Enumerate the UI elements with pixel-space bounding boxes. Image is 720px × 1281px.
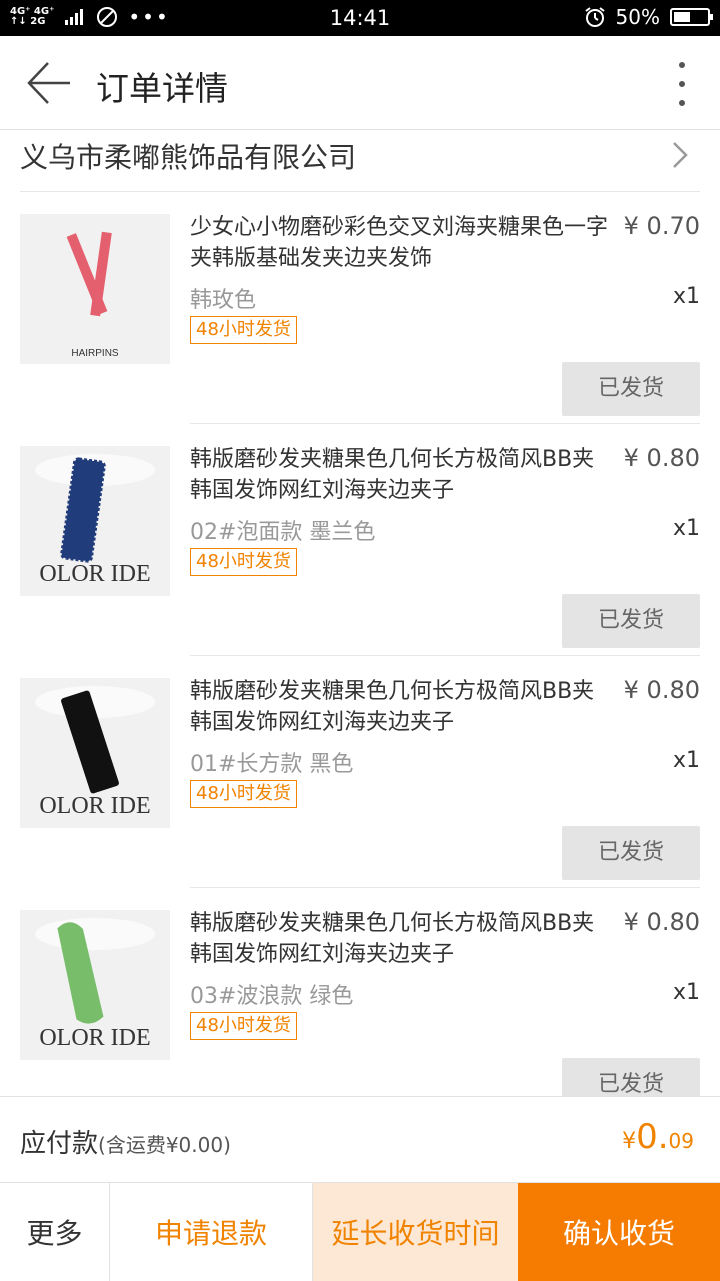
product-variant: 02#泡面款 墨兰色 <box>190 520 376 545</box>
battery-percent: 50% <box>615 5 660 29</box>
order-item[interactable]: OLOR IDE 韩版磨砂发夹糖果色几何长方极简风BB夹韩国发饰网红刘海夹边夹子… <box>20 424 700 656</box>
product-image: OLOR IDE <box>20 678 170 828</box>
product-name[interactable]: 韩版磨砂发夹糖果色几何长方极简风BB夹韩国发饰网红刘海夹边夹子 <box>190 444 610 506</box>
battery-icon <box>670 8 713 26</box>
bottom-action-bar: 更多 申请退款 延长收货时间 确认收货 <box>0 1182 720 1281</box>
shipping-tag: 48小时发货 <box>190 316 297 344</box>
shop-name: 义乌市柔嘟熊饰品有限公司 <box>20 141 357 174</box>
battery-level <box>674 12 690 22</box>
amount-symbol: ¥ <box>622 1129 637 1154</box>
product-variant: 韩玫色 <box>190 288 257 313</box>
shipped-status-button[interactable]: 已发货 <box>562 594 700 648</box>
thumbnail-text: OLOR IDE <box>39 561 150 587</box>
product-price: ¥ 0.80 <box>623 908 700 936</box>
alarm-icon <box>584 7 605 27</box>
more-button[interactable]: 更多 <box>0 1183 110 1281</box>
product-image: HAIRPINS <box>20 214 170 364</box>
product-variant: 03#波浪款 绿色 <box>190 984 354 1009</box>
shipping-tag: 48小时发货 <box>190 1012 297 1040</box>
order-item[interactable]: OLOR IDE 韩版磨砂发夹糖果色几何长方极简风BB夹韩国发饰网红刘海夹边夹子… <box>20 656 700 888</box>
product-quantity: x1 <box>672 980 700 1005</box>
total-amount: ¥0.09 <box>622 1117 694 1157</box>
chevron-right-icon <box>673 142 688 168</box>
shipped-status-button[interactable]: 已发货 <box>562 362 700 416</box>
product-quantity: x1 <box>672 284 700 309</box>
thumbnail-text: HAIRPINS <box>71 348 119 359</box>
thumbnail-text: OLOR IDE <box>39 1025 150 1051</box>
app-bar: 订单详情 <box>0 36 720 130</box>
total-label: 应付款(含运费¥0.00) <box>20 1123 231 1160</box>
product-price: ¥ 0.80 <box>623 676 700 704</box>
total-bar: 应付款(含运费¥0.00) ¥0.09 <box>0 1096 720 1182</box>
status-bar: 4G⁺ 4G⁺ ↑↓ 2G ••• 14:41 50% <box>0 0 720 36</box>
product-name[interactable]: 少女心小物磨砂彩色交叉刘海夹糖果色一字夹韩版基础发夹边夹发饰 <box>190 212 610 274</box>
thumbnail-text: OLOR IDE <box>39 793 150 819</box>
shipped-status-button[interactable]: 已发货 <box>562 826 700 880</box>
order-item[interactable]: HAIRPINS 少女心小物磨砂彩色交叉刘海夹糖果色一字夹韩版基础发夹边夹发饰 … <box>20 192 700 424</box>
product-variant: 01#长方款 黑色 <box>190 752 354 777</box>
page-title: 订单详情 <box>96 69 228 108</box>
shop-row[interactable]: 义乌市柔嘟熊饰品有限公司 <box>20 130 700 192</box>
product-image: OLOR IDE <box>20 446 170 596</box>
product-thumbnail[interactable]: OLOR IDE <box>20 910 170 1060</box>
status-right: 50% <box>584 5 713 29</box>
shipping-tag: 48小时发货 <box>190 780 297 808</box>
product-price: ¥ 0.80 <box>623 444 700 472</box>
product-thumbnail[interactable]: HAIRPINS <box>20 214 170 364</box>
product-thumbnail[interactable]: OLOR IDE <box>20 678 170 828</box>
product-quantity: x1 <box>672 516 700 541</box>
product-image: OLOR IDE <box>20 910 170 1060</box>
product-thumbnail[interactable]: OLOR IDE <box>20 446 170 596</box>
product-price: ¥ 0.70 <box>623 212 700 240</box>
shipping-tag: 48小时发货 <box>190 548 297 576</box>
back-arrow-icon[interactable] <box>26 60 72 106</box>
product-quantity: x1 <box>672 748 700 773</box>
amount-integer: 0. <box>636 1117 669 1157</box>
total-label-text: 应付款 <box>20 1129 99 1159</box>
extend-receipt-button[interactable]: 延长收货时间 <box>313 1183 518 1281</box>
total-shipping-note: (含运费¥0.00) <box>98 1133 231 1157</box>
confirm-receipt-button[interactable]: 确认收货 <box>518 1183 720 1281</box>
amount-decimal: 09 <box>668 1129 694 1153</box>
order-item[interactable]: OLOR IDE 韩版磨砂发夹糖果色几何长方极简风BB夹韩国发饰网红刘海夹边夹子… <box>20 888 700 1120</box>
overflow-menu-icon[interactable] <box>678 60 686 108</box>
product-name[interactable]: 韩版磨砂发夹糖果色几何长方极简风BB夹韩国发饰网红刘海夹边夹子 <box>190 908 610 970</box>
refund-button[interactable]: 申请退款 <box>110 1183 313 1281</box>
product-name[interactable]: 韩版磨砂发夹糖果色几何长方极简风BB夹韩国发饰网红刘海夹边夹子 <box>190 676 610 738</box>
